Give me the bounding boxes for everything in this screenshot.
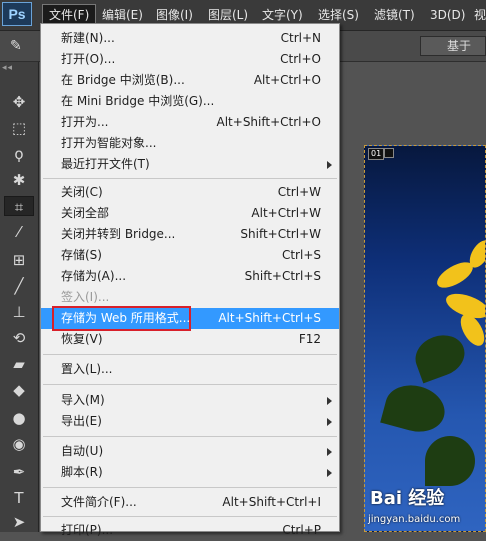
watermark-logo: Bai 经验 [370,488,445,509]
menu-separator [43,516,337,517]
menu-item-check-in: 签入(I)... [61,290,110,304]
menu-separator [43,178,337,179]
menu-item-place[interactable]: 置入(L)... [41,359,339,380]
menu-item-save-as[interactable]: 存储为(A)... Shift+Ctrl+S [41,266,339,287]
menu-separator [43,487,337,488]
menu-item-import[interactable]: 导入(M) [41,390,339,411]
pen-tool-icon[interactable]: ✒ [4,462,34,482]
type-tool-icon[interactable]: T [4,488,34,508]
crop-tool-icon[interactable]: ⌗ [4,196,34,216]
menu-item-new[interactable]: 新建(N)... Ctrl+N [41,28,339,49]
submenu-arrow-icon [327,448,332,456]
magic-wand-tool-icon[interactable]: ✱ [4,170,34,190]
menu-separator [43,354,337,355]
document-canvas[interactable] [364,145,486,532]
watermark-url: jingyan.baidu.com [368,514,461,525]
submenu-arrow-icon [327,397,332,405]
menu-3d[interactable]: 3D(D) [424,4,471,26]
path-selection-tool-icon[interactable]: ➤ [4,512,34,532]
file-menu-dropdown: 新建(N)... Ctrl+N 打开(O)... Ctrl+O 在 Bridge… [40,23,340,537]
history-brush-tool-icon[interactable]: ⟲ [4,328,34,348]
panel-collapse-icon[interactable]: ◂◂ [2,64,36,73]
menu-item-save[interactable]: 存储(S) Ctrl+S [41,245,339,266]
brush-preset-icon[interactable]: ✎ [10,38,22,54]
clone-stamp-tool-icon[interactable]: ⊥ [4,302,34,322]
dodge-tool-icon[interactable]: ◉ [4,434,34,454]
photoshop-logo-icon: Ps [2,2,32,26]
menu-item-revert[interactable]: 恢复(V) F12 [41,329,339,350]
menu-item-open-as[interactable]: 打开为... Alt+Shift+Ctrl+O [41,112,339,133]
lasso-tool-icon[interactable]: ϙ [4,144,34,164]
menu-view[interactable]: 视 [468,4,486,26]
healing-brush-tool-icon[interactable]: ⊞ [4,250,34,270]
menu-item-export[interactable]: 导出(E) [41,411,339,432]
marquee-tool-icon[interactable]: ⬚ [4,118,34,138]
document-tab-label: 01 [368,148,385,160]
menu-separator [43,436,337,437]
paint-bucket-tool-icon[interactable]: ◆ [4,380,34,400]
menu-item-automate[interactable]: 自动(U) [41,441,339,462]
menu-item-close[interactable]: 关闭(C) Ctrl+W [41,182,339,203]
menu-item-browse-bridge[interactable]: 在 Bridge 中浏览(B)... Alt+Ctrl+O [41,70,339,91]
document-tab-icon [384,148,394,158]
menu-item-file-info[interactable]: 文件简介(F)... Alt+Shift+Ctrl+I [41,492,339,513]
menu-item-browse-mini-bridge[interactable]: 在 Mini Bridge 中浏览(G)... [41,91,339,112]
menu-item-recent-files[interactable]: 最近打开文件(T) [41,154,339,175]
submenu-arrow-icon [327,469,332,477]
watermark: Bai 经验 jingyan.baidu.com [362,478,486,532]
blur-tool-icon[interactable]: ● [4,408,34,428]
submenu-arrow-icon [327,161,332,169]
menu-item-print[interactable]: 打印(P)... Ctrl+P [41,520,339,541]
brush-tool-icon[interactable]: ╱ [4,276,34,296]
submenu-arrow-icon [327,418,332,426]
menu-filter[interactable]: 滤镜(T) [368,4,421,26]
annotation-highlight-box [52,306,191,331]
menu-separator [43,384,337,385]
menu-item-scripts[interactable]: 脚本(R) [41,462,339,483]
move-tool-icon[interactable]: ✥ [4,92,34,112]
menu-item-close-all[interactable]: 关闭全部 Alt+Ctrl+W [41,203,339,224]
options-button[interactable]: 基于 [420,36,486,56]
menu-item-close-go-bridge[interactable]: 关闭并转到 Bridge... Shift+Ctrl+W [41,224,339,245]
eyedropper-tool-icon[interactable]: ⁄ [4,222,34,242]
menu-item-open-smart-object[interactable]: 打开为智能对象... [41,133,339,154]
menu-item-open[interactable]: 打开(O)... Ctrl+O [41,49,339,70]
eraser-tool-icon[interactable]: ▰ [4,354,34,374]
